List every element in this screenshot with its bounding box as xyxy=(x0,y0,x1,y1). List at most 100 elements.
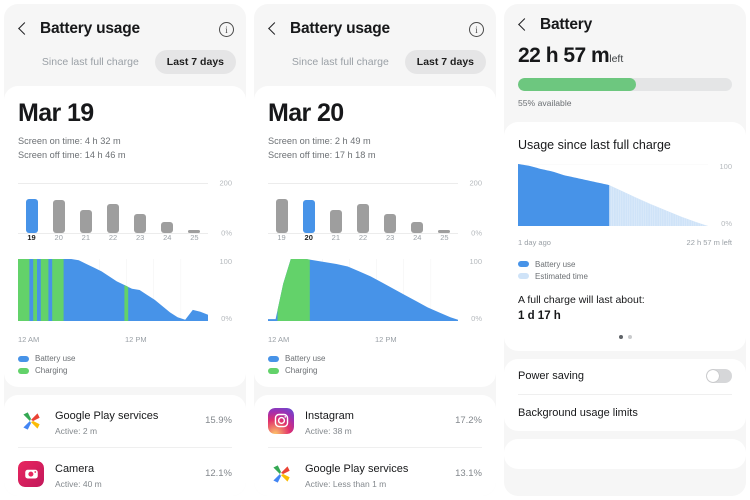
bar-label-23: 23 xyxy=(385,232,395,242)
area-fill-charging-4 xyxy=(124,284,129,321)
selected-date: Mar 20 xyxy=(268,99,344,127)
legend-charging: Charging xyxy=(268,365,482,377)
info-circle-icon[interactable] xyxy=(219,21,234,38)
app-row[interactable]: Camera Active: 40 m 12.1% xyxy=(18,448,232,496)
legend-charging: Charging xyxy=(18,365,232,377)
bar-label-21: 21 xyxy=(81,232,91,242)
full-charge-label: A full charge will last about: xyxy=(518,294,645,306)
bar-label-20: 20 xyxy=(304,232,313,242)
bar-label-24: 24 xyxy=(413,232,422,242)
setting-row-background-usage-limits[interactable]: Background usage limits xyxy=(518,395,732,431)
app-name: Google Play services xyxy=(305,462,409,475)
bar-22[interactable] xyxy=(106,204,119,233)
area-ytick-min: 0% xyxy=(721,219,732,228)
area-ytick-max: 100 xyxy=(219,256,232,266)
area-chart-svg xyxy=(18,258,208,321)
bar-label-group: 19 20 21 22 23 24 25 xyxy=(18,233,208,245)
bar-24[interactable] xyxy=(161,221,174,233)
screen1-app-list: Google Play services Active: 2 m 15.9% Came… xyxy=(4,394,246,496)
battery-level-bar xyxy=(518,78,732,91)
screen1-appbar: Battery usage xyxy=(4,4,246,42)
battery-time-left-suffix: left xyxy=(609,53,624,65)
area-ytick-max: 100 xyxy=(719,162,732,171)
legend-label-charging: Charging xyxy=(285,366,318,376)
usage-area-chart: 100 0% xyxy=(518,162,732,236)
chart-legend: Battery use Charging xyxy=(268,353,482,377)
bar-19[interactable] xyxy=(25,198,38,233)
info-circle-icon[interactable] xyxy=(469,21,484,38)
bar-21[interactable] xyxy=(329,210,342,233)
bar-label-20: 20 xyxy=(54,232,63,242)
screen-battery-usage-mar20: Battery usage Since last full charge Las… xyxy=(250,0,500,500)
tab-since-last-full-charge[interactable]: Since last full charge xyxy=(280,50,401,74)
bar-20[interactable] xyxy=(302,199,315,233)
tab-last-7-days[interactable]: Last 7 days xyxy=(404,50,486,74)
bar-label-23: 23 xyxy=(135,232,145,242)
tab-since-last-full-charge[interactable]: Since last full charge xyxy=(30,50,151,74)
page-title: Battery xyxy=(540,16,593,33)
axis-right-label: 22 h 57 m left xyxy=(686,238,732,247)
axis-left-time: 12 AM xyxy=(18,334,40,344)
bar-label-25: 25 xyxy=(190,232,199,242)
legend-estimated-time: Estimated time xyxy=(518,270,732,282)
back-icon[interactable] xyxy=(514,16,532,34)
selected-date: Mar 19 xyxy=(18,99,94,127)
bar-label-19: 19 xyxy=(277,232,286,242)
area-x-axis: 12 AM 12 PM xyxy=(18,335,232,347)
legend-battery-use: Battery use xyxy=(18,353,232,365)
daily-battery-area-chart: 100 0% xyxy=(268,257,482,333)
bar-23[interactable] xyxy=(134,213,147,233)
screen1-segmented-control: Since last full charge Last 7 days xyxy=(4,42,246,86)
app-meta: Google Play services Active: Less than 1 … xyxy=(305,459,449,489)
legend-swatch-icon-battery-use xyxy=(18,355,29,362)
screen-on-time: Screen on time: 4 h 32 m xyxy=(18,136,121,147)
app-icon xyxy=(268,460,294,487)
bar-21[interactable] xyxy=(79,210,92,233)
bar-20[interactable] xyxy=(52,199,65,233)
back-icon[interactable] xyxy=(264,20,282,38)
area-chart-svg xyxy=(518,164,708,226)
axis-left-label: 1 day ago xyxy=(518,238,551,247)
screen2-summary-card: Mar 20 Screen on time: 2 h 49 m Screen o… xyxy=(254,86,496,387)
area-fill-charging-0 xyxy=(18,258,30,321)
app-row[interactable]: Google Play services Active: 2 m 15.9% xyxy=(18,395,232,448)
app-row[interactable]: Google Play services Active: Less than 1 … xyxy=(268,448,482,496)
battery-time-left-value: 22 h 57 m xyxy=(518,44,610,67)
axis-mid-time: 12 PM xyxy=(125,334,147,344)
app-percent: 17.2% xyxy=(455,415,482,427)
legend-label-battery-use: Battery use xyxy=(35,354,76,364)
bar-24[interactable] xyxy=(411,221,424,233)
power-saving-toggle[interactable] xyxy=(706,369,732,384)
page-dot-1[interactable] xyxy=(618,334,623,339)
screen-battery-usage-mar19: Battery usage Since last full charge Las… xyxy=(0,0,250,500)
legend-swatch-icon-charging xyxy=(18,367,29,374)
battery-time-left: 22 h 57 mleft xyxy=(504,34,746,68)
bar-23[interactable] xyxy=(384,213,397,233)
weekly-bar-chart: 200 0% 19 20 21 22 23 24 25 xyxy=(268,177,482,245)
legend-swatch-icon-charging xyxy=(268,367,279,374)
app-icon xyxy=(18,460,44,487)
bar-label-group: 19 20 21 22 23 24 25 xyxy=(268,233,458,245)
legend-swatch-icon-battery-use xyxy=(268,355,279,362)
bar-label-25: 25 xyxy=(440,232,449,242)
app-icon xyxy=(18,407,44,434)
legend-battery-use: Battery use xyxy=(518,258,732,270)
app-active-time: Active: 38 m xyxy=(305,425,352,436)
page-indicator xyxy=(518,325,732,347)
bar-19[interactable] xyxy=(275,198,288,233)
setting-row-power-saving[interactable]: Power saving xyxy=(518,359,732,395)
bar-22[interactable] xyxy=(356,204,369,233)
screen2-segmented-control: Since last full charge Last 7 days xyxy=(254,42,496,86)
axis-left-time: 12 AM xyxy=(268,334,290,344)
area-x-axis: 12 AM 12 PM xyxy=(268,335,482,347)
legend-swatch-icon-battery-use xyxy=(518,261,529,267)
google-play-services-icon xyxy=(18,407,44,434)
tab-last-7-days[interactable]: Last 7 days xyxy=(154,50,236,74)
page-dot-2[interactable] xyxy=(627,334,632,339)
screen2-content: Battery usage Since last full charge Las… xyxy=(254,4,496,496)
bar-ytick-max: 200 xyxy=(469,178,482,188)
back-icon[interactable] xyxy=(14,20,32,38)
app-row[interactable]: Instagram Active: 38 m 17.2% xyxy=(268,395,482,448)
bar-label-24: 24 xyxy=(163,232,172,242)
area-fill-charging-2 xyxy=(40,258,49,321)
